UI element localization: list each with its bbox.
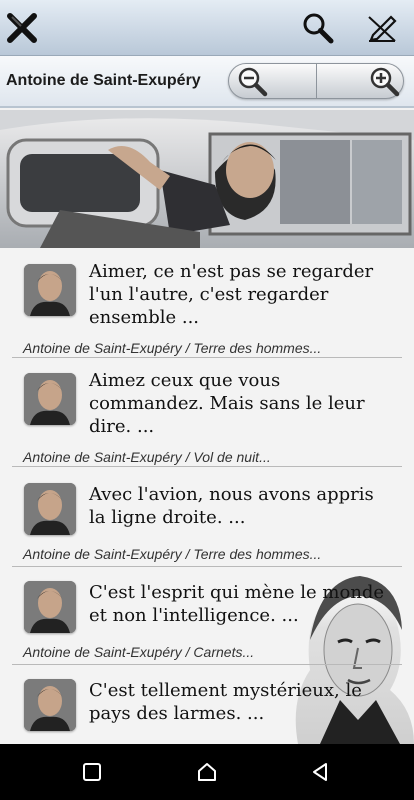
- quote-source: Antoine de Saint-Exupéry / Terre des hom…: [23, 546, 322, 562]
- divider: [12, 357, 402, 358]
- close-icon[interactable]: [2, 8, 42, 48]
- author-avatar: [24, 264, 76, 316]
- banner-photo: [0, 110, 414, 248]
- quote-source: Antoine de Saint-Exupéry / Carnets...: [23, 644, 255, 660]
- quote-text: Aimer, ce n'est pas se regarder l'un l'a…: [89, 261, 374, 328]
- quote-source: Antoine de Saint-Exupéry / Vol de nuit..…: [23, 449, 271, 465]
- author-avatar: [24, 483, 76, 535]
- search-icon[interactable]: [298, 8, 338, 48]
- back-triangle-icon[interactable]: [306, 758, 334, 786]
- aircraft-cockpit-image: [0, 110, 414, 248]
- quote-source: Antoine de Saint-Exupéry / Terre des hom…: [23, 340, 322, 356]
- author-avatar: [24, 581, 76, 633]
- quote-text: Aimez ceux que vous commandez. Mais sans…: [89, 370, 365, 437]
- quote-text: C'est l'esprit qui mène le monde et non …: [89, 582, 385, 626]
- author-avatar: [24, 373, 76, 425]
- zoom-in-button[interactable]: [362, 64, 406, 98]
- home-icon[interactable]: [193, 758, 221, 786]
- recents-square-icon[interactable]: [78, 758, 106, 786]
- zoom-in-icon: [370, 67, 400, 97]
- zoom-out-button[interactable]: [230, 64, 274, 98]
- quote-text: Avec l'avion, nous avons appris la ligne…: [89, 484, 374, 528]
- zoom-out-icon: [238, 67, 268, 97]
- system-nav-bar: [0, 744, 414, 800]
- top-toolbar: [0, 0, 414, 56]
- divider: [12, 466, 402, 467]
- author-avatar: [24, 679, 76, 731]
- edit-pen-icon[interactable]: [362, 8, 402, 48]
- zoom-divider: [316, 64, 317, 98]
- divider: [12, 664, 402, 665]
- divider: [12, 566, 402, 567]
- page-title: Antoine de Saint-Exupéry: [6, 72, 201, 89]
- quote-text: C'est tellement mystérieux, le pays des …: [89, 680, 362, 724]
